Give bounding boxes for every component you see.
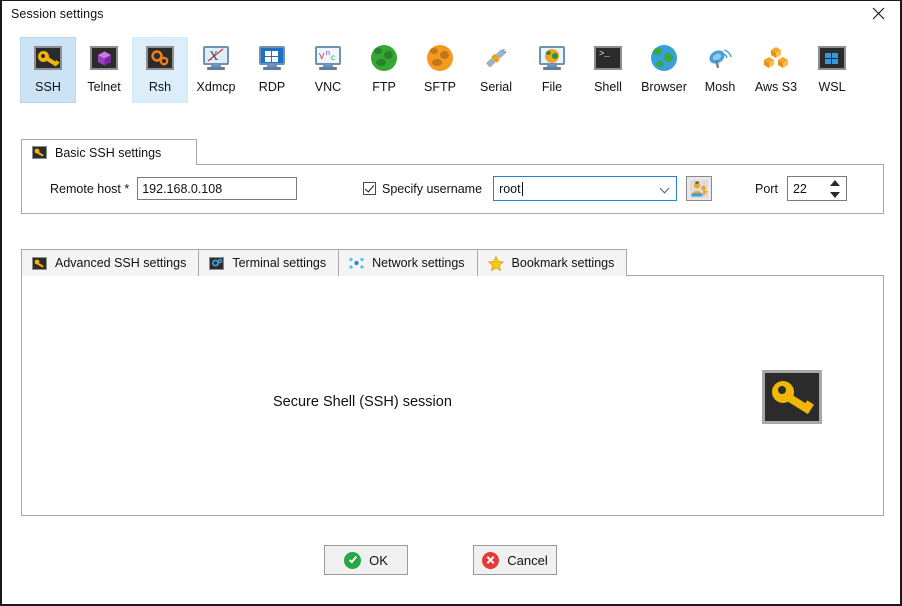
ftp-globe-icon (369, 43, 399, 73)
tab-label: Network settings (372, 256, 465, 270)
protocol-label: Aws S3 (754, 80, 798, 94)
protocol-label: File (541, 80, 563, 94)
sftp-globe-icon (425, 43, 455, 73)
protocol-toolbar: SSH Telnet Rsh X Xdmcp RDP V n c VNC FTP… (20, 37, 886, 111)
protocol-tile-xdmcp[interactable]: X Xdmcp (188, 37, 244, 103)
ssh-key-icon (32, 256, 47, 270)
remote-host-label: Remote host * (50, 181, 130, 196)
port-group: Port 22 (755, 176, 847, 201)
session-description: Secure Shell (SSH) session (273, 394, 452, 410)
close-icon[interactable] (856, 1, 900, 26)
port-label: Port (755, 181, 778, 196)
protocol-label: Rsh (148, 80, 172, 94)
port-input[interactable]: 22 (786, 176, 847, 201)
protocol-tile-wsl[interactable]: WSL (804, 37, 860, 103)
protocol-label: VNC (314, 80, 342, 94)
ok-button[interactable]: OK (324, 545, 408, 575)
tab-label: Terminal settings (232, 256, 327, 270)
remote-host-group: Remote host * 192.168.0.108 (50, 177, 298, 200)
protocol-tile-ssh[interactable]: SSH (20, 37, 76, 103)
protocol-tile-mosh[interactable]: Mosh (692, 37, 748, 103)
protocol-label: Telnet (87, 80, 121, 94)
network-nodes-icon (349, 256, 364, 270)
browser-globe-icon (649, 43, 679, 73)
protocol-label: Xdmcp (196, 80, 236, 94)
mosh-dish-icon (705, 43, 735, 73)
tab-label: Bookmark settings (511, 256, 615, 270)
protocol-tile-browser[interactable]: Browser (636, 37, 692, 103)
username-value: root (499, 181, 521, 196)
protocol-tile-vnc[interactable]: V n c VNC (300, 37, 356, 103)
tab-advanced-ssh-settings[interactable]: Advanced SSH settings (21, 249, 200, 276)
xdmcp-icon: X (201, 43, 231, 73)
protocol-tile-serial[interactable]: Serial (468, 37, 524, 103)
ssh-key-large-icon (762, 370, 822, 424)
tab-bookmark-settings[interactable]: Bookmark settings (476, 249, 628, 276)
svg-text:V: V (319, 52, 325, 61)
protocol-tile-rsh[interactable]: Rsh (132, 37, 188, 103)
protocol-label: SSH (35, 80, 61, 94)
cancel-button[interactable]: Cancel (473, 545, 557, 575)
tab-network-settings[interactable]: Network settings (338, 249, 478, 276)
basic-ssh-settings-panel: Remote host * 192.168.0.108 Specify user… (21, 164, 884, 214)
svg-text:c: c (331, 53, 335, 62)
tab-basic-ssh-settings[interactable]: Basic SSH settings (21, 139, 197, 165)
ssh-key-icon (32, 146, 47, 159)
rdp-windows-icon (257, 43, 287, 73)
protocol-label: RDP (258, 80, 286, 94)
telnet-icon (89, 43, 119, 73)
window-title: Session settings (11, 7, 104, 21)
protocol-tile-telnet[interactable]: Telnet (76, 37, 132, 103)
aws-s3-icon (761, 43, 791, 73)
protocol-label: Mosh (704, 80, 736, 94)
protocol-label: WSL (818, 80, 846, 94)
session-description-panel: Secure Shell (SSH) session (21, 275, 884, 516)
session-settings-dialog: Session settings SSH Telnet Rsh X Xdmcp … (0, 0, 902, 606)
specify-username-label: Specify username (382, 181, 483, 196)
protocol-tile-ftp[interactable]: FTP (356, 37, 412, 103)
protocol-tile-sftp[interactable]: SFTP (412, 37, 468, 103)
specify-username-group: Specify username root (363, 176, 713, 201)
protocol-tile-shell[interactable]: >_ Shell (580, 37, 636, 103)
title-bar: Session settings (2, 1, 900, 27)
serial-plug-icon (481, 43, 511, 73)
rsh-gears-icon (145, 43, 175, 73)
protocol-tile-rdp[interactable]: RDP (244, 37, 300, 103)
tab-label: Advanced SSH settings (55, 256, 187, 270)
protocol-label: Browser (641, 80, 687, 94)
protocol-label: SFTP (424, 80, 456, 94)
cancel-circle-icon (482, 551, 500, 569)
tab-terminal-settings[interactable]: Terminal settings (198, 249, 340, 276)
chevron-down-icon[interactable] (661, 184, 670, 193)
tab-label: Basic SSH settings (55, 145, 162, 160)
protocol-label: FTP (372, 80, 396, 94)
user-key-icon[interactable] (686, 176, 713, 201)
protocol-tile-aws-s3[interactable]: Aws S3 (748, 37, 804, 103)
remote-host-input[interactable]: 192.168.0.108 (137, 177, 298, 200)
ssh-key-icon (33, 43, 63, 73)
specify-username-checkbox[interactable] (363, 182, 376, 195)
username-combobox[interactable]: root (493, 176, 678, 201)
wsl-windows-icon (817, 43, 847, 73)
check-circle-icon (344, 551, 362, 569)
terminal-gear-icon (209, 256, 225, 270)
star-icon (487, 255, 504, 271)
svg-text:n: n (326, 50, 330, 57)
vnc-icon: V n c (313, 43, 343, 73)
protocol-tile-file[interactable]: File (524, 37, 580, 103)
protocol-label: Shell (594, 80, 622, 94)
port-value: 22 (792, 181, 807, 196)
file-monitor-icon (537, 43, 567, 73)
ok-label: OK (369, 552, 388, 568)
cancel-label: Cancel (507, 552, 548, 568)
settings-tab-strip: Advanced SSH settings Terminal settings (21, 248, 628, 276)
protocol-label: Serial (480, 80, 512, 94)
port-stepper[interactable] (829, 180, 840, 198)
shell-prompt-icon: >_ (593, 43, 623, 73)
